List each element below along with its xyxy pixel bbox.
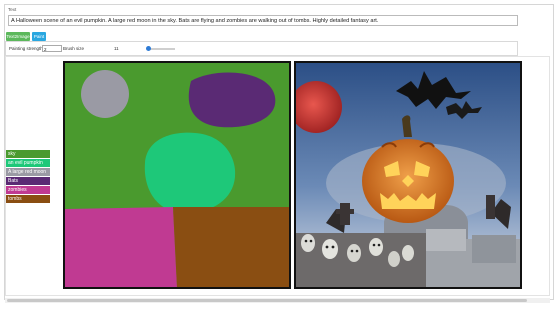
segment-legend: sky an evil pumpkin A large red moon Bat… [6,150,50,204]
pumpkin-region [144,132,236,213]
bats-region [188,72,276,128]
moon-region [81,70,129,118]
horizontal-scrollbar[interactable] [5,298,550,303]
prompt-input[interactable]: A Halloween scene of an evil pumpkin. A … [8,15,518,26]
segmentation-drawing [65,63,289,287]
strength-input[interactable]: 2 [42,45,62,52]
paint-button[interactable]: Paint [32,32,46,41]
legend-item-zombies[interactable]: zombies [6,186,50,194]
prompt-label: Text [8,7,17,12]
legend-item-pumpkin[interactable]: an evil pumpkin [6,159,50,167]
brush-size-slider-thumb[interactable] [146,46,151,51]
scrollbar-thumb[interactable] [7,299,527,302]
brush-size-slider[interactable] [147,48,175,50]
controls-bar: Painting strength 2 Brush size 11 [5,41,518,56]
legend-item-tombs[interactable]: tombs [6,195,50,203]
generated-artwork [296,63,520,287]
legend-item-moon[interactable]: A large red moon [6,168,50,176]
tombs-region [173,207,289,287]
legend-item-sky[interactable]: sky [6,150,50,158]
legend-item-bats[interactable]: Bats [6,177,50,185]
brush-size-label: Brush size [63,46,85,51]
generated-image [294,61,522,289]
text2image-button[interactable]: Text2Image [6,32,30,41]
strength-label: Painting strength [9,46,43,51]
brush-size-value: 11 [114,46,119,51]
paint-canvas[interactable] [63,61,291,289]
zombies-region [65,207,177,287]
